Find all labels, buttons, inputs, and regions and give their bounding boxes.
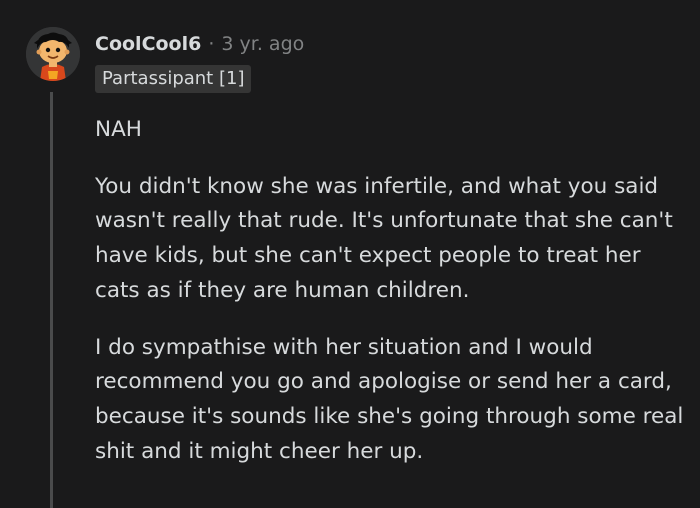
user-flair: Partassipant [1] — [95, 65, 252, 93]
comment-paragraph: NAH — [95, 117, 142, 142]
thread-collapse-line[interactable] — [50, 92, 53, 508]
comment-paragraph: I do sympathise with her situation and I… — [95, 334, 684, 464]
comment-body: NAH You didn't know she was infertile, a… — [95, 113, 690, 491]
comment-header: CoolCool6 · 3 yr. ago — [95, 30, 304, 58]
username-link[interactable]: CoolCool6 — [95, 33, 201, 55]
snoo-avatar-icon — [26, 27, 80, 81]
comment-timestamp[interactable]: 3 yr. ago — [221, 33, 304, 55]
comment: CoolCool6 · 3 yr. ago Partassipant [1] N… — [0, 0, 700, 508]
meta-separator: · — [208, 33, 215, 55]
user-avatar[interactable] — [26, 27, 80, 81]
comment-paragraph: You didn't know she was infertile, and w… — [95, 173, 673, 303]
